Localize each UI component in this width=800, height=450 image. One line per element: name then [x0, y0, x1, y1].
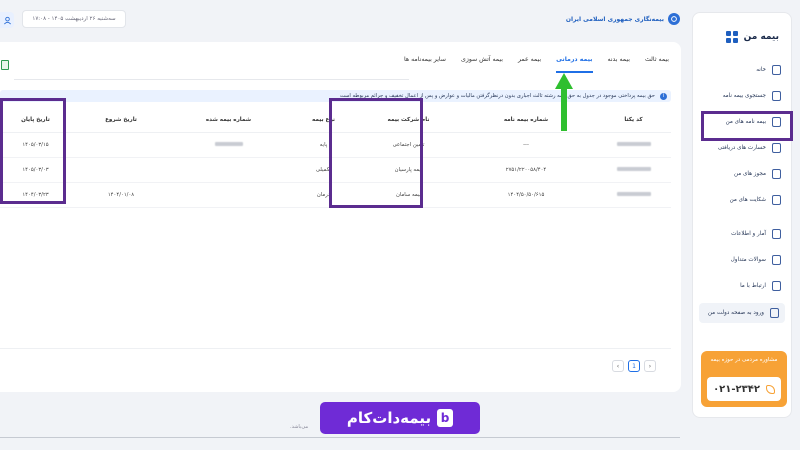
policy-number-cell: ۲۷۵۱/۲۲۰۰۵۸/۴۰۴ — [456, 157, 596, 183]
pagination-prev-button[interactable]: ‹ — [612, 360, 624, 372]
license-icon — [772, 169, 781, 179]
user-icon — [3, 16, 11, 24]
column-header: شماره بیمه شده — [171, 108, 286, 133]
sidebar-item-contact[interactable]: ارتباط با ما — [693, 273, 791, 299]
sidebar-item-label: خانه — [756, 67, 766, 73]
pagination-next-button[interactable]: › — [644, 360, 656, 372]
contact-icon — [772, 281, 781, 291]
brand[interactable]: بیمه‌نگاری جمهوری اسلامی ایران — [566, 13, 680, 25]
highlight-box-end-date — [0, 98, 66, 204]
green-arrow-up-icon — [555, 73, 573, 131]
date-display: سه‌شنبه ۲۶ اردیبهشت ۱۴۰۵ - ۱۷:۰۸ — [22, 10, 126, 28]
tab-other[interactable]: سایر بیمه‌نامه ها — [404, 56, 446, 73]
insured-number-cell — [171, 157, 286, 183]
sidebar-item-label: جستجوی بیمه نامه — [722, 93, 766, 99]
hotline-number-box[interactable]: ۰۲۱-۲۳۴۲ — [707, 377, 781, 401]
start-date-cell: ۱۴۰۴/۰۱/۰۸ — [71, 182, 171, 208]
phone-icon — [765, 384, 775, 394]
pagination: ‹ 1 › — [612, 360, 656, 372]
sidebar-item-complaints[interactable]: شکایت های من — [693, 187, 791, 213]
sidebar-item-dolat-login[interactable]: ورود به صفحه دولت من — [699, 303, 785, 323]
sidebar-header: بیمه من — [693, 13, 791, 57]
question-icon — [772, 255, 781, 265]
chart-icon — [772, 229, 781, 239]
table-bottom-divider — [0, 348, 671, 349]
tab-body[interactable]: بیمه بدنه — [608, 56, 630, 73]
brand-text: بیمه‌نگاری جمهوری اسلامی ایران — [565, 15, 664, 23]
pagination-page-button[interactable]: 1 — [628, 360, 640, 372]
date-text: سه‌شنبه ۲۶ اردیبهشت ۱۴۰۵ - ۱۷:۰۸ — [32, 16, 116, 22]
insured-number-cell — [171, 182, 286, 208]
sidebar-item-licenses[interactable]: مجوز های من — [693, 161, 791, 187]
column-header: شماره بیمه نامه — [456, 108, 596, 133]
tab-fire[interactable]: بیمه آتش سوزی — [461, 56, 503, 73]
policy-number-cell: --- — [456, 132, 596, 158]
start-date-cell — [71, 132, 171, 158]
highlight-box-sidebar — [701, 111, 793, 141]
sidebar-item-faq[interactable]: سوالات متداول — [693, 247, 791, 273]
tab-health[interactable]: بیمه درمانی — [556, 56, 593, 73]
sidebar-item-label: آمار و اطلاعات — [731, 231, 766, 237]
tab-life[interactable]: بیمه عمر — [518, 56, 541, 73]
hotline-card: مشاوره مردمی در حوزه بیمه ۰۲۱-۲۳۴۲ — [701, 351, 787, 407]
sidebar-item-label: خسارت های دریافتی — [717, 145, 766, 151]
sidebar-item-label: شکایت های من — [729, 197, 766, 203]
start-date-cell — [71, 157, 171, 183]
watermark-text: بیمه‌دات‌کام — [346, 409, 432, 427]
watermark-logo: b بیمه‌دات‌کام — [320, 402, 480, 434]
tab-third-party[interactable]: بیمه ثالث — [645, 56, 669, 73]
tab-divider — [14, 79, 409, 80]
home-icon — [772, 65, 781, 75]
hotline-number: ۰۲۱-۲۳۴۲ — [713, 383, 760, 395]
sidebar-title: بیمه من — [743, 32, 779, 42]
sidebar-item-statistics[interactable]: آمار و اطلاعات — [693, 221, 791, 247]
insured-number-cell — [171, 132, 286, 158]
sidebar-item-label: ارتباط با ما — [740, 283, 766, 289]
user-account-button[interactable] — [0, 12, 14, 28]
grid-icon — [726, 31, 738, 43]
main-panel: بیمه ثالث بیمه بدنه بیمه درمانی بیمه عمر… — [0, 42, 681, 392]
sidebar-item-label: ورود به صفحه دولت من — [707, 310, 764, 316]
brand-logo-icon — [668, 13, 680, 25]
column-header: تاریخ شروع — [71, 108, 171, 133]
sidebar: بیمه من خانه جستجوی بیمه نامه بیمه نامه … — [692, 12, 792, 418]
hotline-title: مشاوره مردمی در حوزه بیمه — [710, 357, 778, 363]
policy-number-cell: ۱۴۰۴/۵۰/۵۰/۶۱۵ — [456, 182, 596, 208]
excel-export-icon[interactable] — [1, 60, 9, 70]
sidebar-item-search-policy[interactable]: جستجوی بیمه نامه — [693, 83, 791, 109]
complaint-icon — [772, 195, 781, 205]
footer-text: می‌باشد. — [290, 424, 309, 430]
unique-code-cell — [596, 157, 671, 183]
info-icon: i — [660, 92, 667, 100]
sidebar-item-label: سوالات متداول — [730, 257, 766, 263]
claims-icon — [772, 143, 781, 153]
unique-code-cell — [596, 132, 671, 158]
watermark-badge: b — [437, 409, 454, 427]
login-icon — [770, 308, 779, 318]
highlight-box-company — [329, 98, 423, 208]
column-header: کد یکتا — [596, 108, 671, 133]
unique-code-cell — [596, 182, 671, 208]
document-search-icon — [772, 91, 781, 101]
footer-divider — [0, 437, 680, 438]
sidebar-item-label: مجوز های من — [733, 171, 766, 177]
tabs: بیمه ثالث بیمه بدنه بیمه درمانی بیمه عمر… — [404, 56, 669, 73]
sidebar-item-home[interactable]: خانه — [693, 57, 791, 83]
